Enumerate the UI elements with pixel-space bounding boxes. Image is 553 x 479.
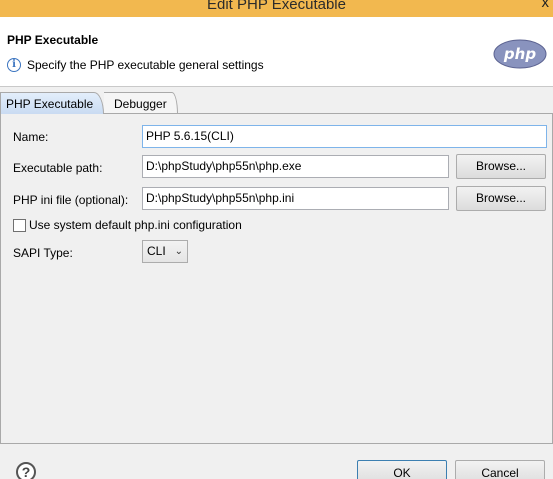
tab-php-executable[interactable]: PHP Executable — [0, 92, 104, 114]
dialog-banner: PHP Executable i Specify the PHP executa… — [0, 17, 553, 87]
browse-executable-button[interactable]: Browse... — [456, 154, 546, 179]
default-ini-checkbox-label[interactable]: Use system default php.ini configuration — [29, 218, 242, 232]
browse-ini-button[interactable]: Browse... — [456, 186, 546, 211]
tab-debugger[interactable]: Debugger — [104, 92, 178, 114]
banner-info: i Specify the PHP executable general set… — [7, 58, 264, 72]
ok-button[interactable]: OK — [357, 460, 447, 479]
sapi-type-value: CLI — [147, 244, 166, 258]
edit-php-executable-dialog: Edit PHP Executable x PHP Executable i S… — [0, 0, 553, 479]
window-title: Edit PHP Executable — [207, 0, 346, 13]
help-icon[interactable]: ? — [16, 462, 36, 479]
php-logo-icon: php — [493, 39, 547, 69]
default-ini-checkbox[interactable] — [13, 218, 26, 232]
php-logo-text: php — [503, 45, 536, 63]
info-icon: i — [7, 58, 21, 72]
sapi-type-select[interactable]: CLI ⌄ — [142, 240, 188, 263]
ini-file-label: PHP ini file (optional): — [13, 193, 129, 207]
banner-info-text: Specify the PHP executable general setti… — [27, 58, 264, 72]
tab-panel: Name: PHP 5.6.15(CLI) Executable path: D… — [0, 113, 553, 444]
banner-heading: PHP Executable — [7, 33, 99, 47]
sapi-type-label: SAPI Type: — [13, 246, 73, 260]
default-ini-option[interactable]: Use system default php.ini configuration — [13, 218, 242, 232]
cancel-button[interactable]: Cancel — [455, 460, 545, 479]
close-icon[interactable]: x — [542, 0, 550, 11]
ini-file-field[interactable]: D:\phpStudy\php55n\php.ini — [142, 187, 449, 210]
name-field[interactable]: PHP 5.6.15(CLI) — [142, 125, 547, 148]
tab-bar: PHP Executable Debugger — [0, 92, 553, 114]
chevron-down-icon: ⌄ — [174, 246, 183, 257]
title-bar[interactable]: Edit PHP Executable x — [0, 0, 553, 17]
name-label: Name: — [13, 130, 49, 144]
executable-path-field[interactable]: D:\phpStudy\php55n\php.exe — [142, 155, 449, 178]
executable-path-label: Executable path: — [13, 161, 103, 175]
